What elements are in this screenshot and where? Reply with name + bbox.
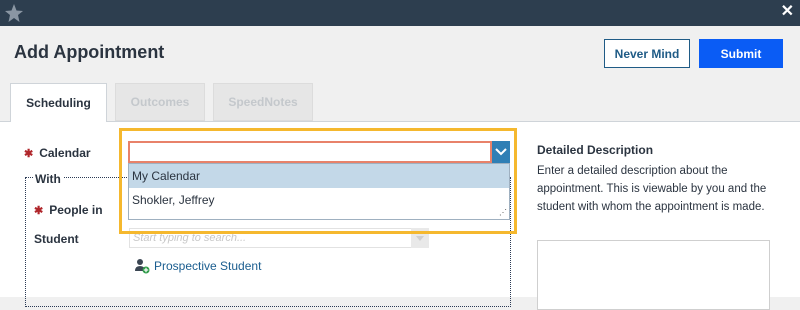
calendar-options-list: My Calendar Shokler, Jeffrey ⋰	[128, 163, 510, 220]
title-bar: ✕	[0, 0, 800, 26]
student-label: Student	[34, 232, 79, 246]
people-in-label-text: People in	[49, 203, 103, 217]
calendar-label: ✱ Calendar	[24, 146, 91, 160]
page-title: Add Appointment	[14, 42, 165, 62]
never-mind-button[interactable]: Never Mind	[604, 39, 690, 68]
tab-scheduling[interactable]: Scheduling	[10, 83, 107, 122]
calendar-dropdown-toggle[interactable]	[492, 141, 510, 163]
chevron-down-icon	[495, 148, 507, 156]
prospective-student-label: Prospective Student	[154, 259, 262, 273]
add-person-icon	[134, 258, 150, 274]
tab-outcomes[interactable]: Outcomes	[115, 83, 205, 121]
submit-button[interactable]: Submit	[699, 39, 783, 68]
tab-speednotes[interactable]: SpeedNotes	[213, 83, 313, 121]
required-marker: ✱	[24, 148, 34, 160]
close-icon[interactable]: ✕	[781, 2, 794, 22]
dialog-header: Add Appointment Never Mind Submit	[0, 26, 800, 82]
calendar-label-text: Calendar	[39, 146, 91, 160]
star-logo-icon	[4, 3, 24, 28]
with-legend: With	[33, 172, 63, 186]
calendar-option-my-calendar[interactable]: My Calendar	[129, 164, 509, 188]
prospective-student-link[interactable]: Prospective Student	[134, 258, 261, 274]
calendar-select[interactable]	[128, 141, 492, 163]
description-title: Detailed Description	[537, 143, 654, 157]
people-in-label: ✱ People in	[34, 203, 103, 217]
required-marker: ✱	[34, 205, 44, 217]
resize-grip-icon[interactable]: ⋰	[499, 209, 507, 217]
calendar-option-shokler-jeffrey[interactable]: Shokler, Jeffrey	[129, 188, 509, 212]
description-help-text: Enter a detailed description about the a…	[537, 165, 767, 213]
description-textarea[interactable]	[537, 240, 770, 310]
